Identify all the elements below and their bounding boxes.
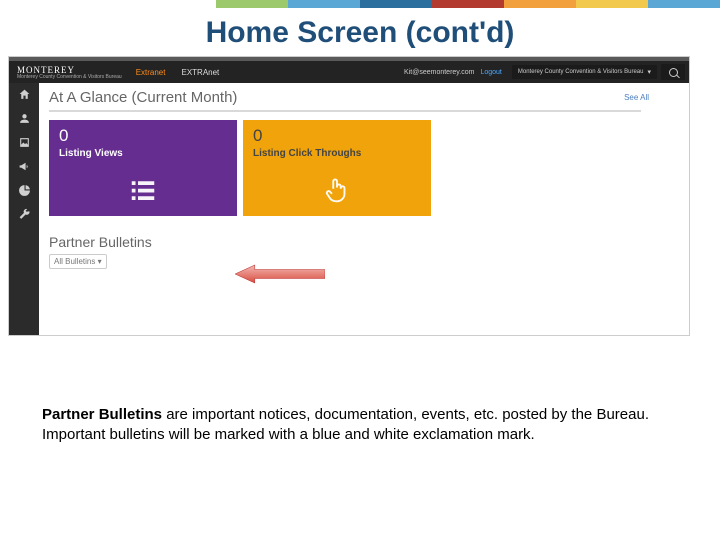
search-icon — [669, 68, 678, 77]
search-button[interactable] — [661, 64, 685, 80]
extranet-link-secondary[interactable]: EXTRAnet — [171, 68, 229, 77]
sidebar — [9, 83, 39, 335]
image-icon[interactable] — [17, 135, 31, 149]
extranet-link-primary[interactable]: Extranet — [130, 68, 172, 77]
bulletins-filter-label: All Bulletins — [54, 257, 95, 266]
chart-icon[interactable] — [17, 183, 31, 197]
app-header: MONTEREY Monterey County Convention & Vi… — [9, 61, 689, 83]
partner-bulletins-title: Partner Bulletins — [49, 234, 679, 250]
user-icon[interactable] — [17, 111, 31, 125]
org-selector[interactable]: Monterey County Convention & Visitors Bu… — [512, 65, 657, 79]
chevron-down-icon: ▾ — [647, 68, 651, 76]
brand-subtext: Monterey County Convention & Visitors Bu… — [17, 75, 122, 80]
decorative-stripe — [0, 0, 720, 8]
card-label: Listing Click Throughs — [253, 148, 361, 159]
brand: MONTEREY Monterey County Convention & Vi… — [9, 65, 130, 80]
app-screenshot: MONTEREY Monterey County Convention & Vi… — [8, 56, 690, 336]
user-email: Kit@seemonterey.com — [404, 69, 474, 76]
pointer-icon — [322, 175, 352, 210]
list-icon — [128, 175, 158, 210]
chevron-down-icon: ▾ — [98, 257, 102, 266]
main-content: At A Glance (Current Month) See All 0 Li… — [39, 83, 689, 335]
caption-bold: Partner Bulletins — [42, 406, 162, 423]
see-all-link[interactable]: See All — [624, 93, 649, 102]
org-selector-label: Monterey County Convention & Visitors Bu… — [518, 69, 644, 75]
slide-title: Home Screen (cont'd) — [0, 8, 720, 56]
divider — [49, 110, 641, 112]
megaphone-icon[interactable] — [17, 159, 31, 173]
card-listing-views[interactable]: 0 Listing Views — [49, 120, 237, 216]
caption-text: Partner Bulletins are important notices,… — [42, 405, 678, 446]
brand-logo-text: MONTEREY — [17, 65, 122, 75]
annotation-arrow — [235, 263, 325, 285]
home-icon[interactable] — [17, 87, 31, 101]
logout-link[interactable]: Logout — [474, 69, 507, 76]
wrench-icon[interactable] — [17, 207, 31, 221]
at-a-glance-title: At A Glance (Current Month) — [49, 89, 237, 106]
card-label: Listing Views — [59, 148, 123, 159]
card-value: 0 — [59, 126, 68, 146]
card-value: 0 — [253, 126, 262, 146]
card-click-throughs[interactable]: 0 Listing Click Throughs — [243, 120, 431, 216]
bulletins-filter[interactable]: All Bulletins ▾ — [49, 254, 107, 269]
